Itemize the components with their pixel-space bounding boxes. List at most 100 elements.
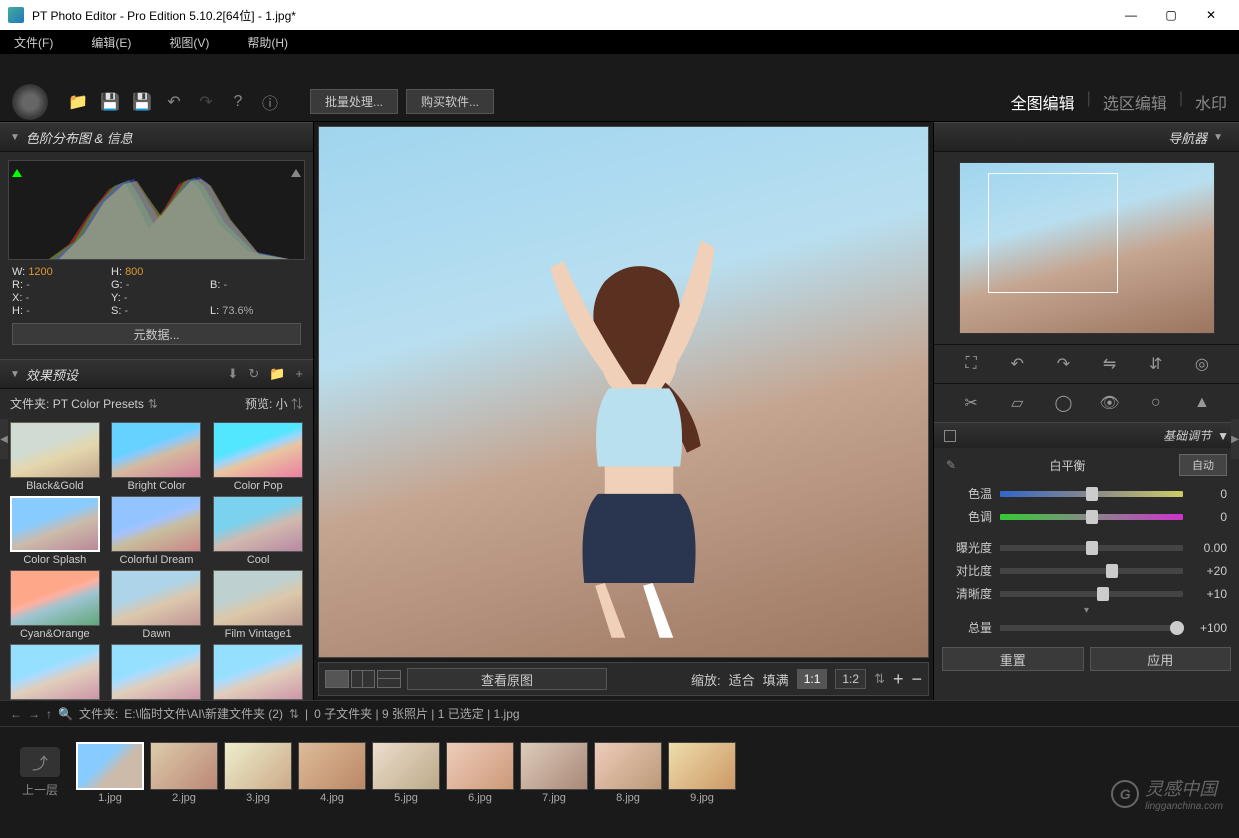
view-original-button[interactable]: 查看原图 [407, 668, 607, 690]
close-button[interactable]: ✕ [1191, 0, 1231, 30]
batch-button[interactable]: 批量处理... [310, 89, 398, 114]
apply-button[interactable]: 应用 [1090, 647, 1232, 671]
preset-item[interactable]: Color Pop [209, 422, 307, 492]
nav-fwd-icon[interactable]: → [28, 707, 40, 721]
layout-split-v[interactable] [351, 670, 375, 688]
import-icon[interactable]: ⬇ [227, 366, 238, 382]
layout-split-h[interactable] [377, 670, 401, 688]
filmstrip-item[interactable]: 6.jpg [446, 742, 514, 804]
filmstrip-item[interactable]: 7.jpg [520, 742, 588, 804]
reset-button[interactable]: 重置 [942, 647, 1084, 671]
slider-track[interactable] [1000, 514, 1183, 520]
slider-track[interactable] [1000, 591, 1183, 597]
undo-icon[interactable]: ↶ [162, 90, 186, 114]
metadata-button[interactable]: 元数据... [12, 323, 301, 345]
menu-view[interactable]: 视图(V) [169, 34, 209, 51]
filmstrip-item[interactable]: 2.jpg [150, 742, 218, 804]
eyedropper-icon[interactable]: ✎ [946, 458, 956, 472]
navigator-header[interactable]: 导航器 ▼ [934, 122, 1239, 152]
chevron-icon[interactable]: ⇅ [148, 397, 158, 411]
buy-button[interactable]: 购买软件... [406, 89, 494, 114]
redeye-icon[interactable]: 👁 [1099, 392, 1121, 414]
help-icon[interactable]: ? [226, 90, 250, 114]
slider-track[interactable] [1000, 625, 1183, 631]
flip-h-icon[interactable]: ⇋ [1099, 353, 1121, 375]
mode-watermark[interactable]: 水印 [1195, 90, 1227, 114]
preset-item[interactable]: Cyan&Orange [6, 570, 104, 640]
canvas[interactable] [318, 126, 929, 658]
preset-item[interactable]: Color Splash [6, 496, 104, 566]
folder-select[interactable]: PT Color Presets [53, 397, 144, 411]
histogram-header[interactable]: ▼ 色阶分布图 & 信息 [0, 122, 313, 152]
menu-help[interactable]: 帮助(H) [247, 34, 288, 51]
auto-button[interactable]: 自动 [1179, 454, 1227, 476]
saveas-icon[interactable]: 💾 [130, 90, 154, 114]
adjust-checkbox[interactable] [944, 430, 956, 442]
fit-icon[interactable]: ⛶ [960, 353, 982, 375]
zoom-in-icon[interactable]: + [893, 669, 904, 690]
perspective-icon[interactable]: ▱ [1006, 392, 1028, 414]
flip-v-icon[interactable]: ⇵ [1145, 353, 1167, 375]
up-folder-button[interactable]: ⤴ 上一层 [10, 747, 70, 798]
preset-item[interactable] [6, 644, 104, 700]
preview-size[interactable]: 小 [276, 397, 288, 411]
target-icon[interactable]: ◎ [1191, 353, 1213, 375]
rotate-right-icon[interactable]: ↷ [1052, 353, 1074, 375]
zoom-fill[interactable]: 填满 [763, 670, 789, 689]
slider-track[interactable] [1000, 491, 1183, 497]
path-text[interactable]: E:\临时文件\AI\新建文件夹 (2) [124, 705, 283, 722]
open-icon[interactable]: 📁 [66, 90, 90, 114]
clone-icon[interactable]: ▲ [1191, 392, 1213, 414]
chevron-icon[interactable]: ⇅ [291, 397, 303, 411]
zoom-12[interactable]: 1:2 [835, 669, 866, 689]
layout-single[interactable] [325, 670, 349, 688]
right-collapse-handle[interactable]: ▶ [1231, 419, 1239, 459]
preset-item[interactable] [209, 644, 307, 700]
search-icon[interactable]: 🔍 [58, 707, 73, 721]
spot-icon[interactable]: ○ [1145, 392, 1167, 414]
zoom-11[interactable]: 1:1 [797, 669, 828, 689]
preset-item[interactable]: Cool [209, 496, 307, 566]
rotate-left-icon[interactable]: ↶ [1006, 353, 1028, 375]
menu-file[interactable]: 文件(F) [14, 34, 53, 51]
nav-back-icon[interactable]: ← [10, 707, 22, 721]
slider-thumb[interactable] [1086, 541, 1098, 555]
histogram-chart[interactable] [8, 160, 305, 260]
slider-thumb[interactable] [1170, 621, 1184, 635]
zoom-out-icon[interactable]: − [911, 669, 922, 690]
add-icon[interactable]: + [295, 366, 303, 382]
slider-thumb[interactable] [1086, 487, 1098, 501]
crop-icon[interactable]: ✂ [960, 392, 982, 414]
mode-full-edit[interactable]: 全图编辑 [1011, 90, 1075, 114]
menu-edit[interactable]: 编辑(E) [91, 34, 131, 51]
lens-icon[interactable]: ◯ [1052, 392, 1074, 414]
folder-icon[interactable]: 📁 [269, 366, 285, 382]
filmstrip-item[interactable]: 9.jpg [668, 742, 736, 804]
slider-thumb[interactable] [1106, 564, 1118, 578]
filmstrip-item[interactable]: 3.jpg [224, 742, 292, 804]
highlight-clip-icon[interactable] [291, 164, 301, 177]
minimize-button[interactable]: — [1111, 0, 1151, 30]
mode-area-edit[interactable]: 选区编辑 [1103, 90, 1167, 114]
preset-item[interactable] [108, 644, 206, 700]
redo-icon[interactable]: ↷ [194, 90, 218, 114]
navigator-viewport[interactable] [988, 173, 1118, 293]
info-icon[interactable]: ⓘ [258, 90, 282, 114]
filmstrip-item[interactable]: 1.jpg [76, 742, 144, 804]
navigator-preview[interactable] [959, 162, 1215, 334]
maximize-button[interactable]: ▢ [1151, 0, 1191, 30]
preset-grid[interactable]: Black&Gold Bright Color Color Pop Color … [0, 418, 313, 700]
filmstrip-item[interactable]: 4.jpg [298, 742, 366, 804]
filmstrip-item[interactable]: 8.jpg [594, 742, 662, 804]
filmstrip-item[interactable]: 5.jpg [372, 742, 440, 804]
chevron-icon[interactable]: ⇅ [289, 707, 299, 721]
refresh-icon[interactable]: ↻ [248, 366, 259, 382]
zoom-fit[interactable]: 适合 [729, 670, 755, 689]
slider-thumb[interactable] [1086, 510, 1098, 524]
save-icon[interactable]: 💾 [98, 90, 122, 114]
slider-thumb[interactable] [1097, 587, 1109, 601]
zoom-step-icon[interactable]: ⇅ [874, 671, 885, 687]
adjust-header[interactable]: 基础调节 ▼ [934, 422, 1239, 448]
preset-item[interactable]: Bright Color [108, 422, 206, 492]
preset-item[interactable]: Colorful Dream [108, 496, 206, 566]
